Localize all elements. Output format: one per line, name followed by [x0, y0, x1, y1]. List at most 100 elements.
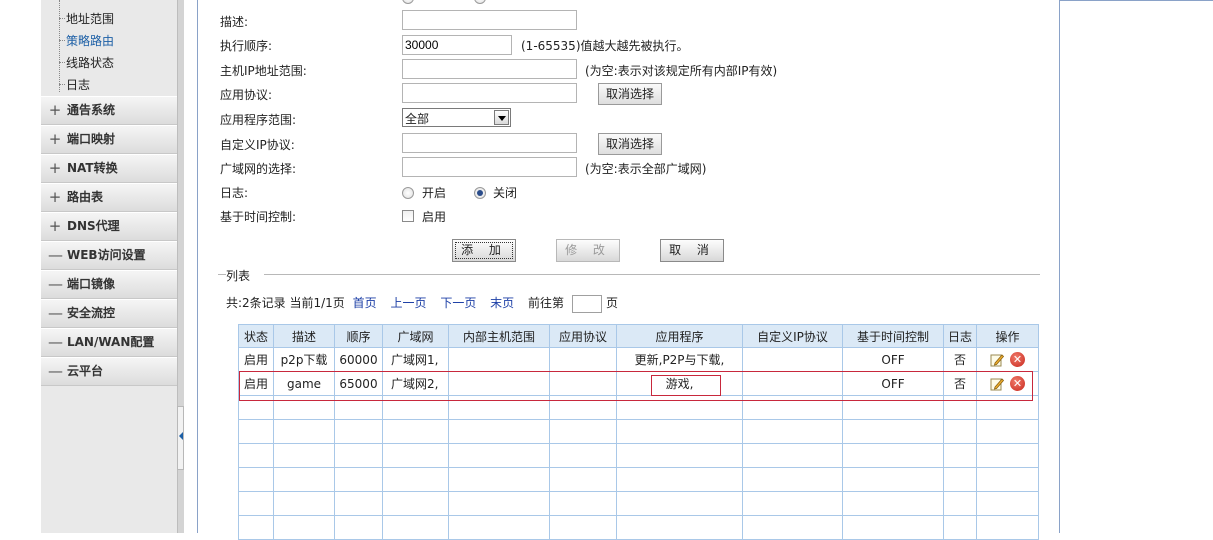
menu-dns-proxy[interactable]: + DNS代理 — [41, 212, 177, 241]
table-header: 状态 描述 顺序 广域网 内部主机范围 应用协议 应用程序 自定义IP协议 基于… — [238, 324, 1039, 348]
record-summary: 共:2条记录 当前1/1页 — [226, 296, 345, 310]
chevron-down-icon[interactable] — [494, 110, 509, 125]
app-scope-label: 应用程序范围: — [220, 113, 297, 127]
menu-security-flow[interactable]: — 安全流控 — [41, 299, 177, 328]
col-wan: 广域网 — [382, 324, 449, 348]
col-actions: 操作 — [976, 324, 1039, 348]
cell-order: 60000 — [334, 347, 383, 372]
empty-row — [238, 491, 1039, 516]
menu-notice-system[interactable]: + 通告系统 — [41, 96, 177, 125]
goto-suffix: 页 — [606, 296, 619, 310]
app-scope-value: 全部 — [405, 112, 430, 126]
collapse-left-icon — [179, 432, 183, 440]
host-ip-input[interactable] — [402, 59, 577, 79]
table-row[interactable]: 启用 p2p下载 60000 广域网1, 更新,P2P与下载, OFF 否 ✕ — [238, 347, 1039, 372]
list-legend: 列表 — [226, 269, 251, 283]
fieldset-line — [218, 274, 226, 275]
menu-port-mapping[interactable]: + 端口映射 — [41, 125, 177, 154]
tree-tick — [59, 40, 65, 41]
edit-icon[interactable] — [990, 353, 1004, 367]
menu-label: DNS代理 — [67, 219, 120, 233]
col-status: 状态 — [238, 324, 274, 348]
custom-ip-input[interactable] — [402, 133, 577, 153]
prev-page-link[interactable]: 上一页 — [390, 296, 426, 310]
cell-log: 否 — [943, 347, 977, 372]
collapse-icon: — — [48, 362, 63, 380]
menu-web-access[interactable]: — WEB访问设置 — [41, 241, 177, 270]
empty-row — [238, 467, 1039, 492]
app-scope-select[interactable]: 全部 — [402, 108, 511, 127]
collapse-icon: — — [48, 246, 63, 264]
left-margin — [0, 0, 41, 533]
order-input[interactable] — [402, 35, 512, 55]
next-page-link[interactable]: 下一页 — [440, 296, 476, 310]
menu-lan-wan[interactable]: — LAN/WAN配置 — [41, 328, 177, 357]
top-border — [1060, 0, 1213, 1]
col-custom-ip: 自定义IP协议 — [742, 324, 843, 348]
policy-table: 状态 描述 顺序 广域网 内部主机范围 应用协议 应用程序 自定义IP协议 基于… — [238, 324, 1039, 540]
highlight-cell-box — [651, 375, 721, 396]
host-ip-hint: (为空:表示对该规定所有内部IP有效) — [585, 64, 778, 78]
menu-label: 安全流控 — [67, 306, 116, 320]
modify-button[interactable]: 修 改 — [556, 239, 620, 262]
menu-nat[interactable]: + NAT转换 — [41, 154, 177, 183]
sidebar-item-address-range[interactable]: 地址范围 — [66, 10, 114, 27]
expand-icon: + — [48, 101, 62, 119]
first-page-link[interactable]: 首页 — [353, 296, 377, 310]
radio-partial[interactable] — [474, 0, 486, 4]
cell-host-range — [448, 347, 550, 372]
menu-label: NAT转换 — [67, 161, 118, 175]
log-on-radio[interactable] — [402, 187, 414, 199]
sidebar-item-policy-routing[interactable]: 策略路由 — [66, 32, 114, 49]
tree-tick — [59, 18, 65, 19]
col-log: 日志 — [943, 324, 977, 348]
menu-label: 通告系统 — [67, 103, 116, 117]
cell-custom-ip — [742, 347, 843, 372]
cancel-button[interactable]: 取 消 — [660, 239, 724, 262]
log-on-label: 开启 — [422, 186, 447, 200]
time-control-enable-label: 启用 — [422, 210, 447, 224]
radio-partial[interactable] — [402, 0, 414, 4]
col-application: 应用程序 — [616, 324, 743, 348]
delete-icon[interactable]: ✕ — [1010, 352, 1025, 367]
wan-hint: (为空:表示全部广域网) — [585, 162, 707, 176]
last-page-link[interactable]: 末页 — [490, 296, 514, 310]
menu-port-mirror[interactable]: — 端口镜像 — [41, 270, 177, 299]
col-description: 描述 — [273, 324, 335, 348]
tree-connector — [59, 0, 60, 92]
sidebar: 地址范围 策略路由 线路状态 日志 + 通告系统 + 端口映射 + NAT转换 … — [41, 0, 177, 533]
empty-row — [238, 515, 1039, 540]
cell-status: 启用 — [238, 347, 274, 372]
cell-wan: 广域网1, — [382, 347, 449, 372]
goto-page-input[interactable] — [572, 294, 603, 313]
clear-app-protocol-button[interactable]: 取消选择 — [598, 83, 662, 105]
pager: 共:2条记录 当前1/1页 首页 上一页 下一页 末页 前往第 页 — [226, 294, 622, 313]
goto-prefix: 前往第 — [528, 296, 565, 310]
fieldset-line — [264, 274, 1040, 275]
content-border-left — [197, 0, 198, 533]
clear-custom-ip-button[interactable]: 取消选择 — [598, 133, 662, 155]
content-border-right — [1059, 0, 1060, 533]
host-ip-label: 主机IP地址范围: — [220, 64, 307, 78]
order-label: 执行顺序: — [220, 39, 273, 53]
sidebar-item-line-status[interactable]: 线路状态 — [66, 54, 114, 71]
sidebar-item-log[interactable]: 日志 — [66, 76, 90, 93]
menu-routing-table[interactable]: + 路由表 — [41, 183, 177, 212]
description-label: 描述: — [220, 15, 249, 29]
menu-cloud-platform[interactable]: — 云平台 — [41, 357, 177, 386]
add-button[interactable]: 添 加 — [452, 239, 516, 262]
cell-app-protocol — [549, 347, 617, 372]
log-off-radio[interactable] — [474, 187, 486, 199]
empty-row — [238, 419, 1039, 444]
col-app-protocol: 应用协议 — [549, 324, 617, 348]
time-control-checkbox[interactable] — [402, 210, 414, 222]
description-input[interactable] — [402, 10, 577, 30]
cell-application: 更新,P2P与下载, — [616, 347, 743, 372]
collapse-icon: — — [48, 275, 63, 293]
collapse-icon: — — [48, 333, 63, 351]
app-protocol-input[interactable] — [402, 83, 577, 103]
wan-input[interactable] — [402, 157, 577, 177]
time-control-label: 基于时间控制: — [220, 210, 297, 224]
empty-row — [238, 443, 1039, 468]
log-label: 日志: — [220, 186, 249, 200]
